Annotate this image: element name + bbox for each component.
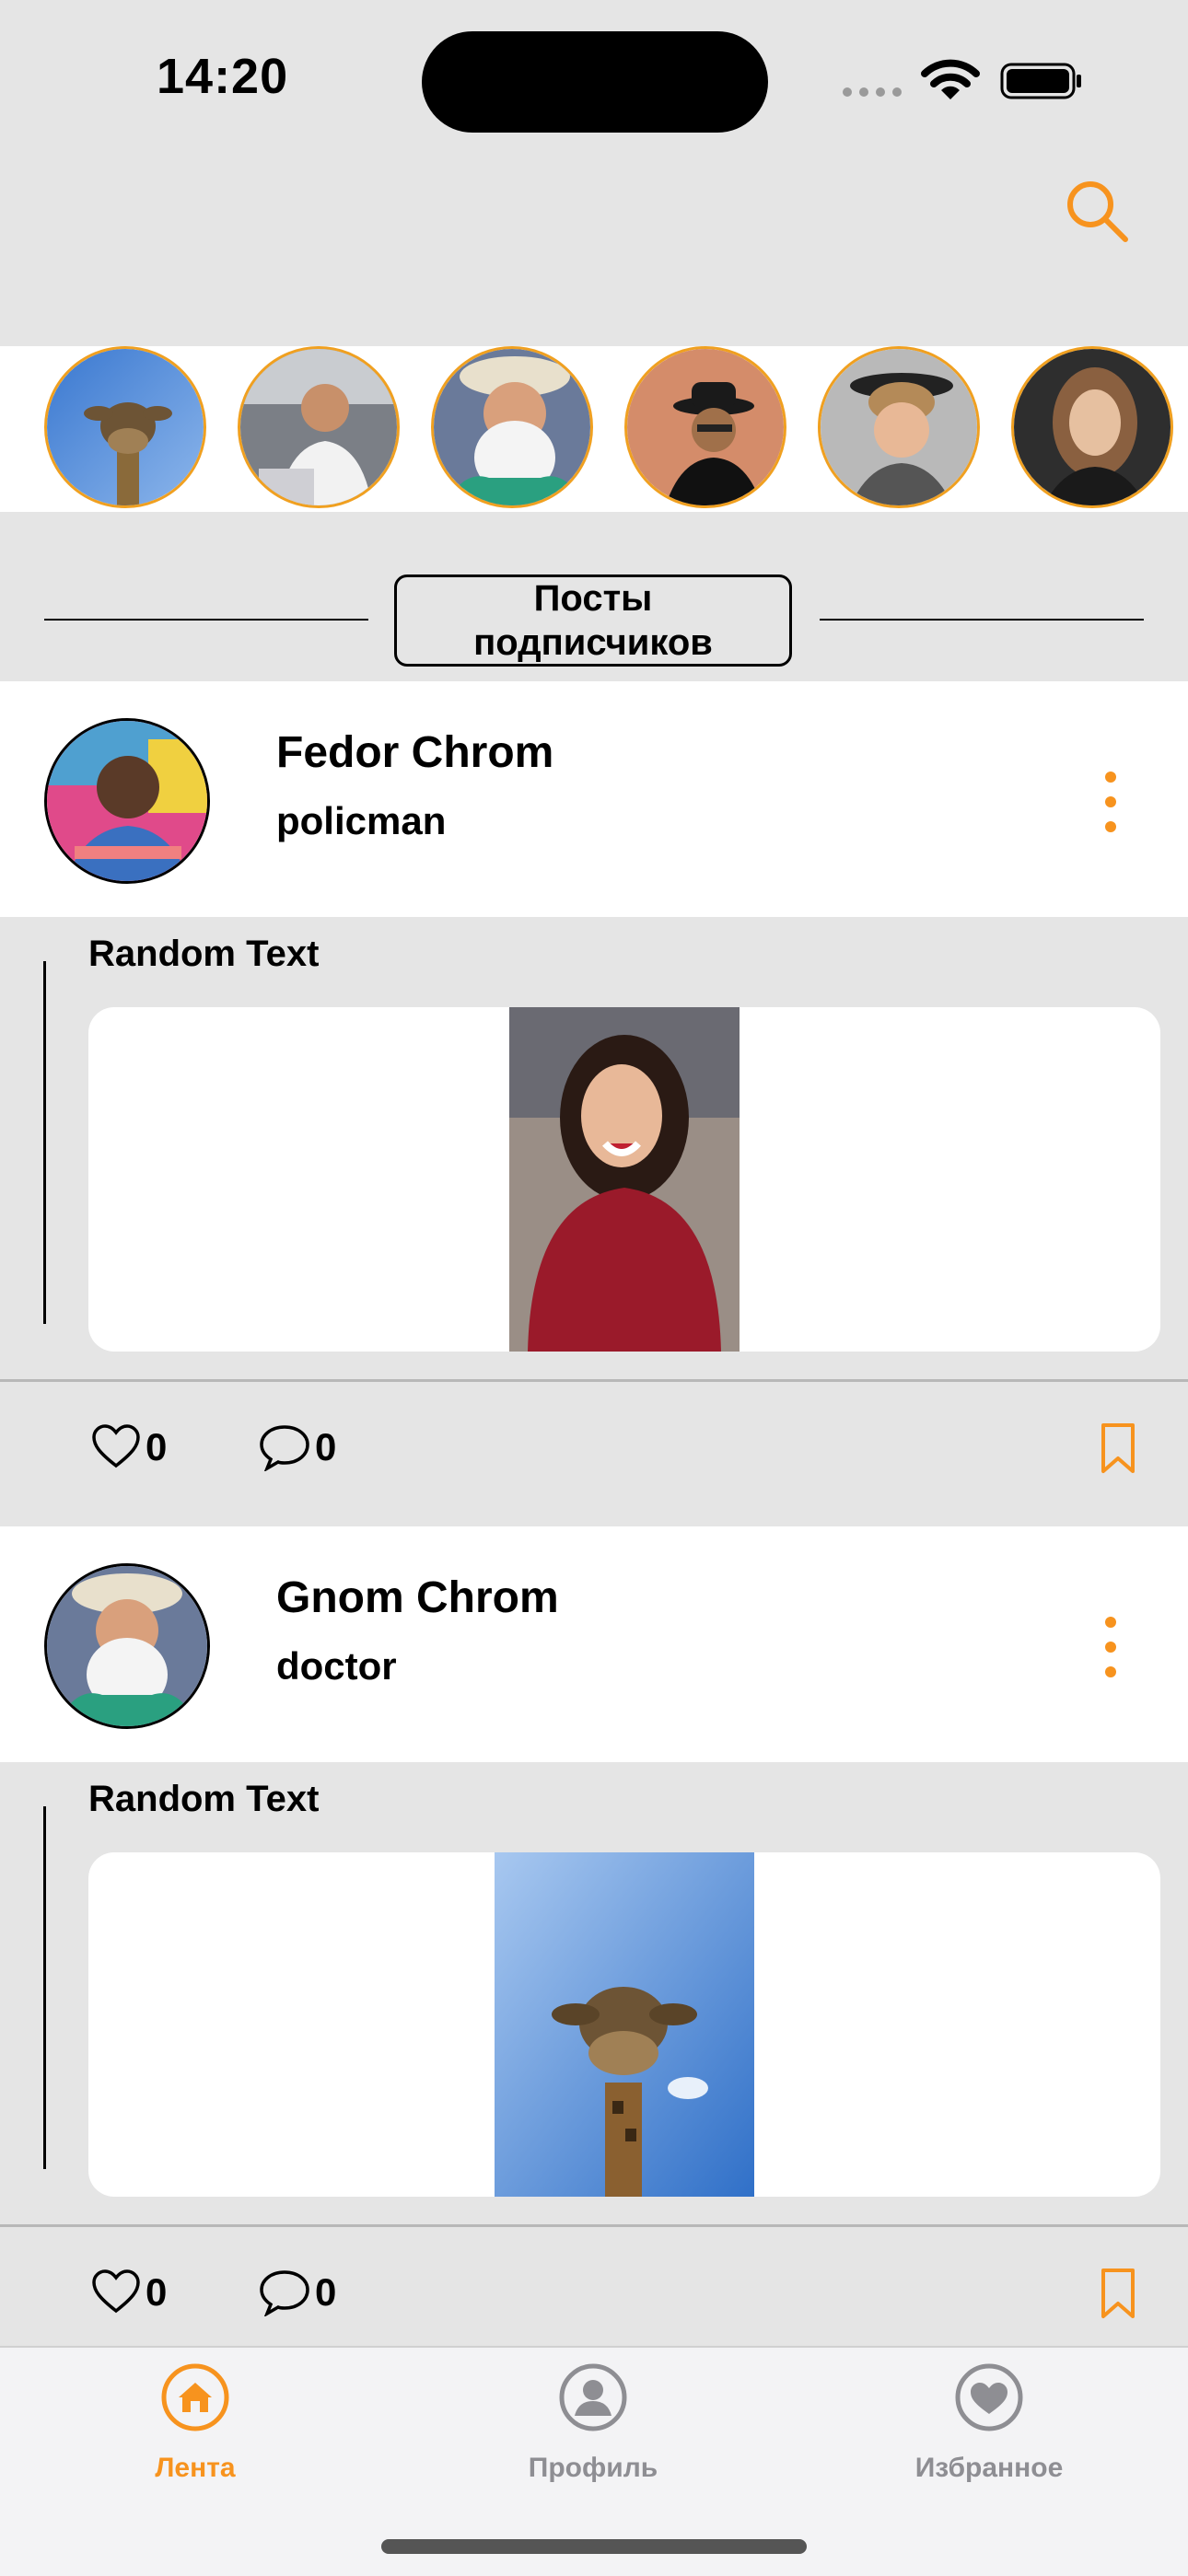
more-options-icon[interactable]: [1101, 770, 1120, 834]
post-image-card[interactable]: [88, 1007, 1160, 1352]
tab-profile[interactable]: Профиль: [455, 2362, 731, 2483]
post-accent-line: [43, 1806, 46, 2169]
giraffe-image: [47, 349, 204, 505]
author-role: doctor: [276, 1644, 397, 1688]
avatar-image-fedor: [47, 721, 207, 881]
story-avatar-man-hat-sunglasses[interactable]: [624, 346, 786, 508]
tab-feed[interactable]: Лента: [57, 2362, 333, 2483]
story-avatar-giraffe[interactable]: [44, 346, 206, 508]
story-avatar-man-office[interactable]: [238, 346, 400, 508]
post-accent-line: [43, 961, 46, 1324]
bookmark-icon[interactable]: [1100, 1421, 1136, 1475]
author-avatar[interactable]: [44, 718, 210, 884]
like-icon[interactable]: [90, 1423, 142, 1469]
story-avatar-woman-dark[interactable]: [1011, 346, 1173, 508]
comment-icon[interactable]: [258, 1423, 311, 1471]
post-separator: [0, 2224, 1188, 2227]
post-image-woman: [509, 1007, 740, 1352]
story-avatar-young-man-hat[interactable]: [818, 346, 980, 508]
comment-icon[interactable]: [258, 2269, 311, 2316]
post-text: Random Text: [88, 934, 320, 974]
avatar-image-gnom: [47, 1566, 207, 1726]
author-avatar[interactable]: [44, 1563, 210, 1729]
cellular-signal-icon: [843, 85, 909, 101]
like-icon[interactable]: [90, 2269, 142, 2315]
section-title: Посты подписчиков: [394, 574, 792, 667]
home-icon: [161, 2363, 229, 2431]
status-time: 14:20: [157, 49, 289, 104]
young-man-image: [821, 349, 977, 505]
section-title-line2: подписчиков: [473, 622, 713, 663]
tab-favorites[interactable]: Избранное: [851, 2362, 1127, 2483]
heart-icon: [955, 2363, 1023, 2431]
search-icon[interactable]: [1065, 179, 1129, 243]
section-divider-left: [44, 619, 368, 621]
section-divider-right: [820, 619, 1144, 621]
author-name[interactable]: Gnom Chrom: [276, 1572, 559, 1623]
battery-icon: [1000, 63, 1081, 99]
author-name[interactable]: Fedor Chrom: [276, 727, 553, 778]
author-role: policman: [276, 799, 447, 842]
tab-feed-label: Лента: [155, 2453, 236, 2483]
like-count: 0: [146, 1425, 168, 1468]
post-image-card[interactable]: [88, 1852, 1160, 2197]
tab-profile-label: Профиль: [528, 2453, 658, 2483]
bearded-man-image: [434, 349, 590, 505]
dynamic-island: [422, 31, 768, 133]
comment-count: 0: [315, 1425, 337, 1468]
man-office-image: [240, 349, 397, 505]
bookmark-icon[interactable]: [1100, 2267, 1136, 2320]
more-options-icon[interactable]: [1101, 1615, 1120, 1679]
comment-count: 0: [315, 2270, 337, 2314]
tab-favorites-label: Избранное: [914, 2453, 1064, 2483]
home-indicator: [381, 2539, 807, 2554]
person-icon: [559, 2363, 627, 2431]
wifi-icon: [921, 59, 980, 99]
man-hat-image: [627, 349, 784, 505]
post-text: Random Text: [88, 1779, 320, 1819]
post-image-giraffe: [495, 1852, 754, 2197]
woman-image: [1014, 349, 1171, 505]
post-separator: [0, 1379, 1188, 1382]
like-count: 0: [146, 2270, 168, 2314]
story-avatar-bearded-man[interactable]: [431, 346, 593, 508]
section-title-line1: Посты: [533, 578, 653, 619]
